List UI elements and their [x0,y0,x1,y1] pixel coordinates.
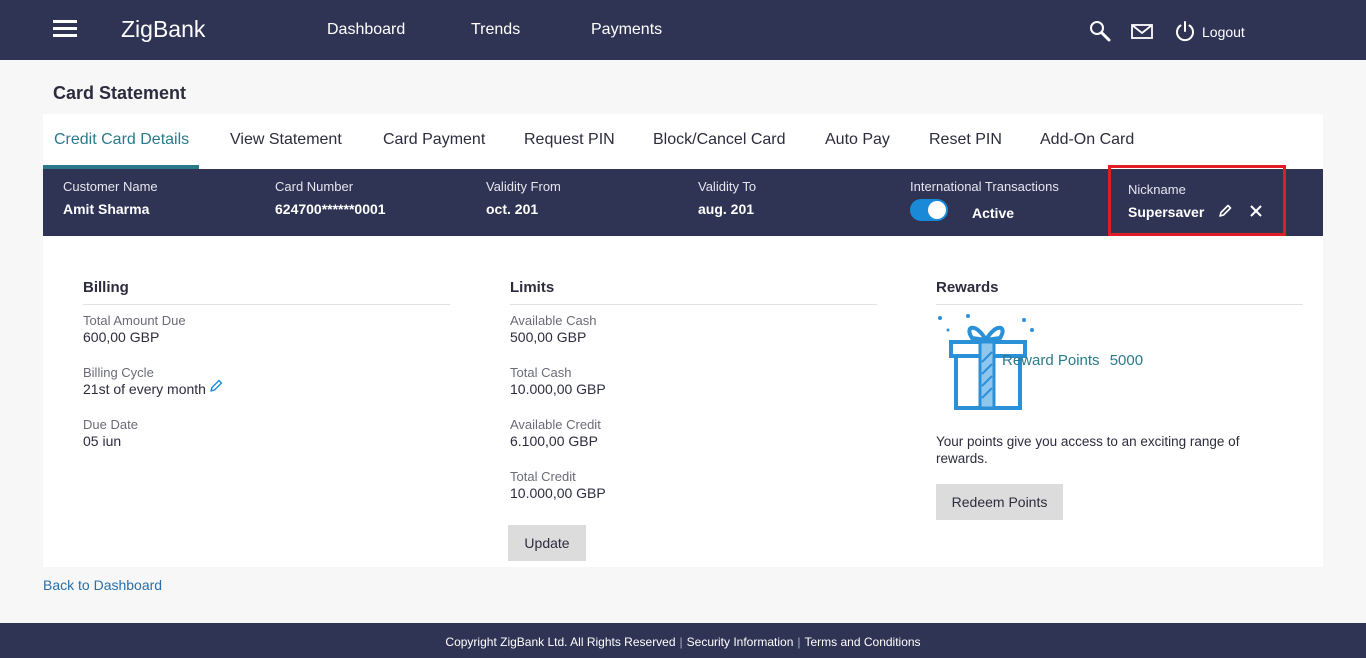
tab-bar: Credit Card Details View Statement Card … [43,114,1323,169]
nickname-value: Supersaver [1128,204,1205,220]
billing-cycle: 21st of every month [83,381,206,397]
logout-button[interactable]: Logout [1202,24,1245,40]
customer-name: Amit Sharma [63,201,150,217]
due-date: 05 iun [83,433,122,449]
total-credit-label: Total Credit [510,469,576,484]
validity-to: aug. 201 [698,201,755,217]
card-details-panel [43,236,1323,567]
card-number: 624700******0001 [275,201,386,217]
reward-points-value: 5000 [1109,352,1144,369]
card-info-bar: Customer Name Amit Sharma Card Number 62… [43,165,1323,236]
validity-to-label: Validity To [698,179,757,194]
total-credit: 10.000,00 GBP [510,485,606,501]
tab-credit-card-details[interactable]: Credit Card Details [54,131,189,149]
tab-request-pin[interactable]: Request PIN [524,131,615,149]
limits-heading: Limits [510,279,555,296]
billing-heading: Billing [83,279,129,296]
footer-copyright: Copyright ZigBank Ltd. All Rights Reserv… [445,635,676,649]
mail-icon[interactable] [1131,20,1153,42]
back-to-dashboard-link[interactable]: Back to Dashboard [43,577,162,593]
power-icon[interactable] [1174,20,1196,42]
nav-trends[interactable]: Trends [471,21,520,39]
total-cash: 10.000,00 GBP [510,381,606,397]
menu-icon[interactable] [53,20,77,38]
rewards-description: Your points give you access to an exciti… [936,434,1240,466]
close-icon[interactable] [1249,204,1263,218]
card-number-label: Card Number [275,179,354,194]
brand-logo[interactable]: ZigBank [121,16,205,43]
nav-dashboard[interactable]: Dashboard [327,21,405,39]
edit-billing-cycle-icon[interactable] [209,379,223,393]
billing-cycle-label: Billing Cycle [83,365,154,380]
tab-auto-pay[interactable]: Auto Pay [825,131,890,149]
tab-add-on-card[interactable]: Add-On Card [1040,131,1134,149]
tab-block-cancel-card[interactable]: Block/Cancel Card [653,131,786,149]
tab-view-statement[interactable]: View Statement [230,131,342,149]
tab-reset-pin[interactable]: Reset PIN [929,131,1002,149]
page-title: Card Statement [53,83,187,103]
footer-security-link[interactable]: Security Information [687,635,794,649]
top-header: ZigBank Dashboard Trends Payments Logout [0,0,1366,60]
billing-divider [83,304,450,305]
reward-points-label: Reward Points [1002,352,1100,369]
nickname-label: Nickname [1128,182,1186,197]
available-cash: 500,00 GBP [510,329,587,345]
limits-divider [510,304,877,305]
total-amount-due-label: Total Amount Due [83,313,186,328]
rewards-divider [936,304,1303,305]
footer: Copyright ZigBank Ltd. All Rights Reserv… [0,623,1366,658]
nav-payments[interactable]: Payments [591,21,662,39]
redeem-points-button[interactable]: Redeem Points [936,484,1063,520]
search-icon[interactable] [1089,20,1111,42]
footer-terms-link[interactable]: Terms and Conditions [805,635,921,649]
nickname-highlight [1108,165,1286,236]
available-cash-label: Available Cash [510,313,597,328]
edit-nickname-icon[interactable] [1218,204,1232,218]
validity-from-label: Validity From [486,179,561,194]
validity-from: oct. 201 [486,201,539,217]
customer-name-label: Customer Name [63,179,158,194]
international-transactions-label: International Transactions [910,179,1059,194]
reward-points: Reward Points 5000 [1002,352,1143,369]
international-transactions-status: Active [972,205,1015,221]
total-amount-due: 600,00 GBP [83,329,160,345]
toggle-knob [928,201,946,219]
total-cash-label: Total Cash [510,365,572,380]
international-transactions-toggle[interactable] [910,199,948,221]
update-button[interactable]: Update [508,525,586,561]
available-credit: 6.100,00 GBP [510,433,598,449]
tab-card-payment[interactable]: Card Payment [383,131,485,149]
due-date-label: Due Date [83,417,138,432]
rewards-heading: Rewards [936,279,999,296]
available-credit-label: Available Credit [510,417,601,432]
